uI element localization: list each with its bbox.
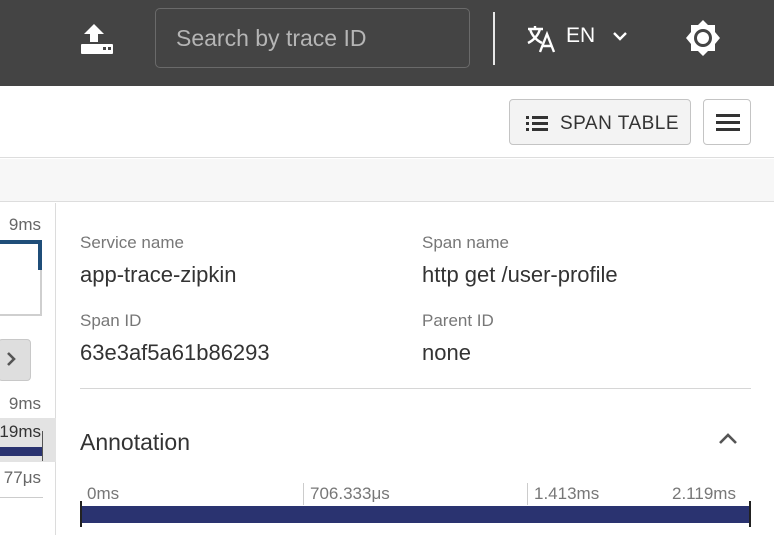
section-divider — [80, 388, 751, 389]
row-divider — [0, 497, 43, 498]
search-placeholder: Search by trace ID — [176, 25, 367, 51]
parent-id-label: Parent ID — [422, 311, 494, 330]
service-name-label: Service name — [80, 233, 184, 252]
minimap-window-edge — [38, 240, 42, 270]
span-name-label: Span name — [422, 233, 509, 252]
brightness-icon — [686, 20, 720, 56]
tick-label: 1.413ms — [534, 484, 600, 503]
upload-icon — [81, 24, 113, 54]
hamburger-menu-icon — [716, 114, 740, 131]
list-icon — [526, 116, 548, 131]
annotation-span-bar — [80, 506, 751, 523]
theme-toggle-button[interactable] — [683, 18, 723, 58]
span-end-marker — [749, 501, 751, 527]
child-span-duration: 77μs — [3, 468, 41, 487]
trace-toolbar: SPAN TABLE — [0, 86, 774, 158]
timeline-scale-time: 9ms — [8, 394, 41, 413]
language-selector[interactable]: EN — [522, 20, 640, 56]
minimap[interactable] — [0, 240, 42, 316]
span-id-label: Span ID — [80, 311, 142, 330]
tick-line — [527, 483, 528, 505]
service-name-value: app-trace-zipkin — [80, 262, 237, 287]
top-app-bar: Search by trace ID EN — [0, 0, 774, 86]
sub-header-bar — [0, 159, 774, 202]
span-bar-end-marker — [42, 431, 43, 461]
next-button[interactable] — [0, 339, 31, 381]
menu-button[interactable] — [703, 99, 751, 145]
span-table-button[interactable]: SPAN TABLE — [509, 99, 691, 145]
minimap-window-top — [0, 240, 42, 244]
span-name-value: http get /user-profile — [422, 262, 618, 287]
tick-label: 2.119ms — [672, 484, 736, 503]
span-timeline-pane: 9ms 9ms 19ms 77μs — [0, 203, 56, 535]
span-detail-panel: Service name app-trace-zipkin Span name … — [57, 203, 774, 535]
trace-search-input[interactable]: Search by trace ID — [155, 8, 470, 68]
chevron-up-icon[interactable] — [717, 431, 739, 447]
annotation-section-title: Annotation — [80, 429, 190, 455]
span-id-value: 63e3af5a61b86293 — [80, 340, 270, 365]
span-start-marker — [80, 501, 82, 527]
language-code: EN — [566, 24, 596, 47]
translate-icon — [527, 26, 556, 53]
tick-line — [303, 483, 304, 505]
tick-label: 706.333μs — [310, 484, 390, 503]
selected-span-bar — [0, 447, 43, 456]
timeline-header-time: 9ms — [8, 215, 41, 234]
header-divider — [493, 12, 495, 65]
span-table-label: SPAN TABLE — [560, 113, 680, 134]
selected-span-duration: 19ms — [0, 422, 41, 441]
upload-button[interactable] — [78, 20, 116, 56]
chevron-right-icon — [7, 352, 16, 366]
tick-label: 0ms — [87, 484, 120, 503]
chevron-down-icon — [613, 32, 627, 41]
parent-id-value: none — [422, 340, 471, 365]
